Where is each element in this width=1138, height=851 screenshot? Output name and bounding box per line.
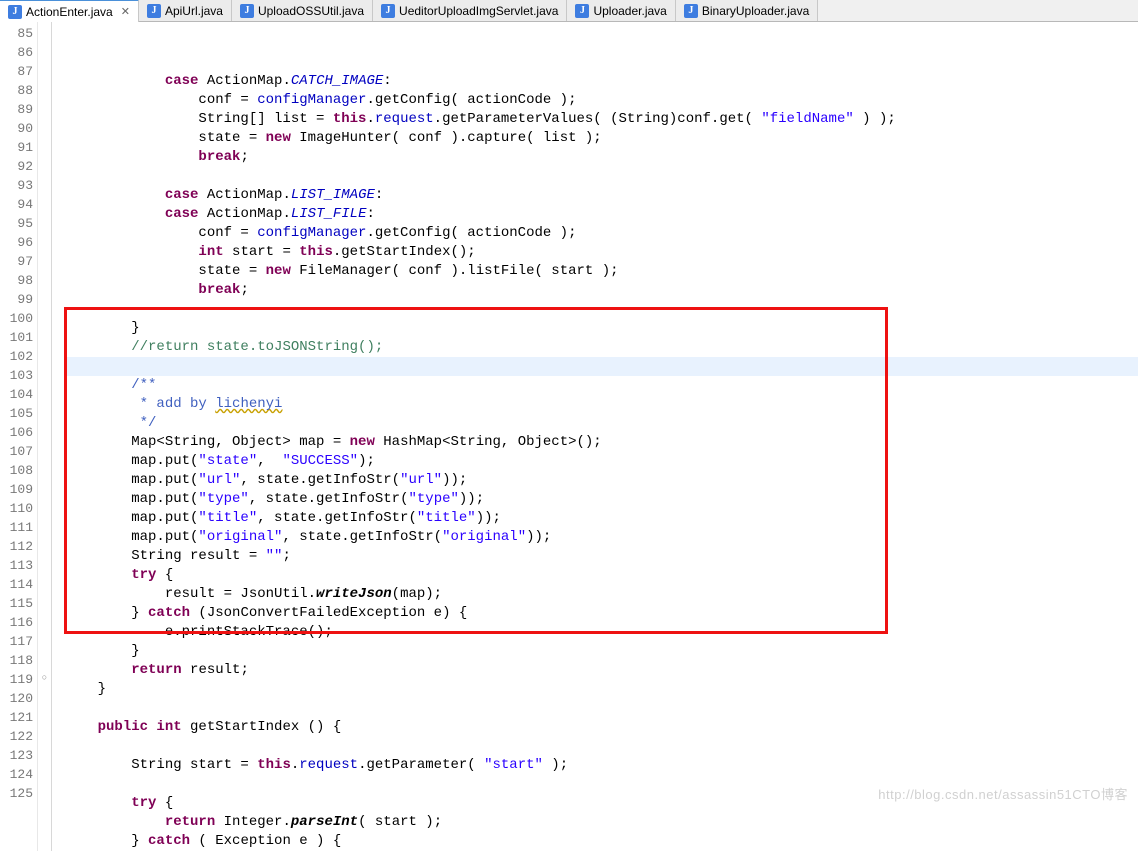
tab-label: Uploader.java [593, 4, 666, 18]
tab-label: UploadOSSUtil.java [258, 4, 364, 18]
code-line[interactable]: } [64, 680, 1138, 699]
code-line[interactable]: int start = this.getStartIndex(); [64, 243, 1138, 262]
code-line[interactable]: try { [64, 566, 1138, 585]
java-file-icon: J [684, 4, 698, 18]
java-file-icon: J [381, 4, 395, 18]
code-line[interactable]: case ActionMap.LIST_FILE: [64, 205, 1138, 224]
code-line[interactable]: state = new FileManager( conf ).listFile… [64, 262, 1138, 281]
code-area[interactable]: case ActionMap.CATCH_IMAGE: conf = confi… [64, 22, 1138, 851]
editor-tabs: J ActionEnter.java ✕ J ApiUrl.java J UploadOSS… [0, 0, 1138, 22]
tab-label: ActionEnter.java [26, 5, 113, 19]
line-gutter: 8586878889909192939495969798991001011021… [0, 22, 38, 851]
code-line[interactable] [64, 167, 1138, 186]
code-line[interactable]: result = JsonUtil.writeJson(map); [64, 585, 1138, 604]
code-line[interactable]: map.put("state", "SUCCESS"); [64, 452, 1138, 471]
tab-binaryuploader-java[interactable]: J BinaryUploader.java [676, 0, 818, 21]
code-editor[interactable]: 8586878889909192939495969798991001011021… [0, 22, 1138, 851]
tab-actionenter-java[interactable]: J ActionEnter.java ✕ [0, 0, 139, 22]
code-line[interactable] [64, 300, 1138, 319]
code-line[interactable]: map.put("url", state.getInfoStr("url")); [64, 471, 1138, 490]
code-line[interactable]: /** [64, 376, 1138, 395]
code-line[interactable]: String[] list = this.request.getParamete… [64, 110, 1138, 129]
code-line[interactable]: } [64, 642, 1138, 661]
code-line[interactable]: } [64, 319, 1138, 338]
code-line[interactable]: Map<String, Object> map = new HashMap<St… [64, 433, 1138, 452]
code-line[interactable]: return result; [64, 661, 1138, 680]
code-line[interactable]: return Integer.parseInt( start ); [64, 813, 1138, 832]
code-line[interactable]: break; [64, 281, 1138, 300]
code-line[interactable] [64, 699, 1138, 718]
tab-uploadossutil-java[interactable]: J UploadOSSUtil.java [232, 0, 373, 21]
java-file-icon: J [240, 4, 254, 18]
code-line[interactable]: conf = configManager.getConfig( actionCo… [64, 224, 1138, 243]
tab-uploader-java[interactable]: J Uploader.java [567, 0, 675, 21]
tab-ueditoruploadimgservlet-java[interactable]: J UeditorUploadImgServlet.java [373, 0, 567, 21]
code-line[interactable]: //return state.toJSONString(); [64, 338, 1138, 357]
code-line[interactable]: map.put("title", state.getInfoStr("title… [64, 509, 1138, 528]
java-file-icon: J [147, 4, 161, 18]
tab-label: ApiUrl.java [165, 4, 223, 18]
code-line[interactable]: String start = this.request.getParameter… [64, 756, 1138, 775]
code-line[interactable]: case ActionMap.CATCH_IMAGE: [64, 72, 1138, 91]
code-line[interactable]: } catch (JsonConvertFailedException e) { [64, 604, 1138, 623]
fold-column[interactable] [52, 22, 64, 851]
code-line[interactable]: state = new ImageHunter( conf ).capture(… [64, 129, 1138, 148]
code-line[interactable]: e.printStackTrace(); [64, 623, 1138, 642]
code-line[interactable]: map.put("original", state.getInfoStr("or… [64, 528, 1138, 547]
code-line[interactable] [64, 737, 1138, 756]
tab-label: BinaryUploader.java [702, 4, 809, 18]
code-line[interactable]: String result = ""; [64, 547, 1138, 566]
code-line[interactable]: case ActionMap.LIST_IMAGE: [64, 186, 1138, 205]
code-line[interactable]: } catch ( Exception e ) { [64, 832, 1138, 851]
watermark-text: http://blog.csdn.net/assassin51CTO博客 [878, 784, 1128, 803]
code-line[interactable]: conf = configManager.getConfig( actionCo… [64, 91, 1138, 110]
java-file-icon: J [8, 5, 22, 19]
marker-column[interactable]: ○ [38, 22, 52, 851]
tab-label: UeditorUploadImgServlet.java [399, 4, 558, 18]
code-line[interactable]: */ [64, 414, 1138, 433]
code-line[interactable]: * add by lichenyi [64, 395, 1138, 414]
java-file-icon: J [575, 4, 589, 18]
code-line[interactable]: public int getStartIndex () { [64, 718, 1138, 737]
tab-apiurl-java[interactable]: J ApiUrl.java [139, 0, 232, 21]
close-icon[interactable]: ✕ [121, 5, 130, 18]
code-line[interactable]: map.put("type", state.getInfoStr("type")… [64, 490, 1138, 509]
code-line[interactable] [64, 357, 1138, 376]
code-line[interactable]: break; [64, 148, 1138, 167]
